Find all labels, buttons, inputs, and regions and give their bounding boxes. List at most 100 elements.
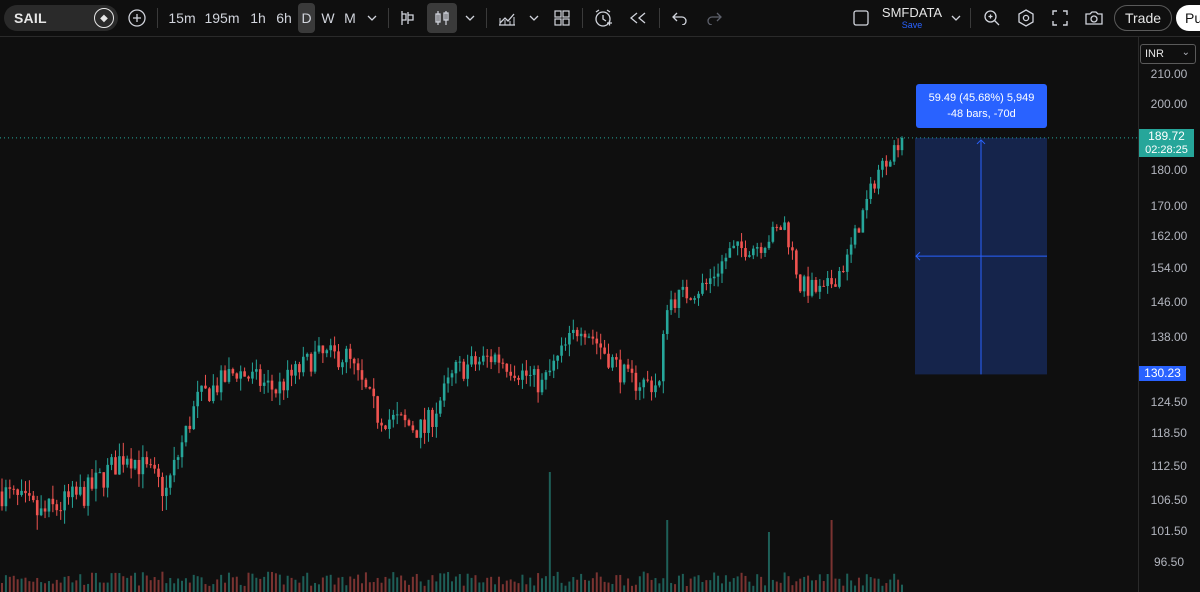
- symbol-search-button[interactable]: SAIL ◆: [4, 5, 118, 31]
- volume-bar: [227, 572, 230, 592]
- candle-body: [153, 464, 156, 469]
- candle-body: [384, 425, 387, 429]
- candle-body: [501, 362, 505, 364]
- layout-chevron-down-icon[interactable]: [948, 0, 964, 36]
- fullscreen-icon[interactable]: [1048, 0, 1072, 36]
- candle-body: [454, 361, 458, 374]
- volume-bar: [341, 576, 344, 592]
- candle-body: [814, 279, 818, 292]
- candle-body: [865, 198, 869, 211]
- layout-name-button[interactable]: SMFDATA Save: [880, 6, 944, 31]
- candle-body: [752, 248, 755, 256]
- price-tick: 170.00: [1150, 199, 1188, 213]
- volume-bar: [55, 579, 58, 592]
- search-icon[interactable]: [980, 0, 1004, 36]
- volume-bar: [842, 585, 845, 592]
- volume-bar: [431, 575, 434, 592]
- replay-icon[interactable]: [625, 0, 651, 36]
- candle-body: [466, 364, 469, 379]
- volume-bar: [165, 583, 168, 592]
- candle-body: [94, 472, 98, 489]
- candle-body: [4, 487, 8, 507]
- timeframe-chevron-down-icon[interactable]: [364, 0, 380, 36]
- candles-icon[interactable]: [427, 3, 457, 33]
- volume-bar: [388, 578, 391, 592]
- volume-bar: [337, 577, 340, 592]
- layout-icon[interactable]: [850, 0, 872, 36]
- timeframe-w[interactable]: W: [318, 0, 338, 36]
- layout-grid-icon[interactable]: [550, 0, 574, 36]
- candle-body: [172, 459, 176, 476]
- candle-body: [372, 388, 376, 397]
- compare-icon[interactable]: [494, 0, 520, 36]
- timeframe-6h[interactable]: 6h: [272, 0, 296, 36]
- volume-bar: [537, 573, 540, 592]
- candle-body: [43, 508, 47, 512]
- candle-body: [251, 371, 254, 379]
- candle-body: [568, 333, 571, 345]
- candle-body: [215, 385, 219, 393]
- candle-body: [783, 222, 786, 230]
- candle-body: [360, 370, 364, 380]
- volume-bar: [134, 572, 137, 592]
- timeframe-15m[interactable]: 15m: [166, 0, 198, 36]
- candle-body: [309, 353, 313, 372]
- add-symbol-icon[interactable]: [125, 0, 149, 36]
- candle-body: [28, 493, 31, 496]
- settings-icon[interactable]: [1014, 0, 1038, 36]
- volume-bar: [478, 582, 481, 592]
- timeframe-1h[interactable]: 1h: [246, 0, 270, 36]
- timeframe-195m[interactable]: 195m: [202, 0, 242, 36]
- candle-body: [806, 276, 810, 296]
- candle-body: [513, 375, 516, 378]
- candle-body: [180, 442, 184, 458]
- candle-body: [482, 355, 485, 362]
- candle-body: [575, 329, 579, 337]
- undo-icon[interactable]: [668, 0, 692, 36]
- volume-bar: [224, 582, 227, 592]
- candle-body: [20, 490, 23, 495]
- volume-bar: [857, 577, 860, 592]
- candle-body: [857, 228, 861, 233]
- candle-body: [348, 348, 352, 359]
- candle-body: [669, 299, 673, 311]
- candle-body: [595, 338, 599, 344]
- volume-bar: [779, 582, 782, 592]
- volume-bar: [435, 581, 438, 592]
- candle-body: [532, 369, 536, 375]
- indicators-icon[interactable]: [396, 0, 420, 36]
- symbol-name: SAIL: [14, 10, 47, 26]
- price-axis[interactable]: 210.00 200.00 180.00 170.00 162.00 154.00 146.…: [1138, 37, 1200, 592]
- candle-body: [528, 374, 532, 376]
- timeframe-d[interactable]: D: [298, 3, 315, 33]
- volume-bar: [529, 577, 532, 592]
- candle-body: [888, 161, 892, 167]
- currency-selector[interactable]: INR ⌄: [1140, 44, 1196, 64]
- candle-body: [298, 364, 301, 373]
- volume-bar: [181, 580, 183, 592]
- volume-bar: [122, 576, 125, 592]
- volume-bar: [705, 580, 708, 592]
- volume-bar: [775, 581, 778, 592]
- redo-icon[interactable]: [702, 0, 726, 36]
- timeframe-m[interactable]: M: [340, 0, 360, 36]
- candle-body: [732, 245, 736, 249]
- candle-body: [673, 299, 677, 308]
- candle-body: [102, 472, 106, 488]
- candle-body: [536, 369, 540, 393]
- volume-bar: [141, 572, 144, 592]
- compare-chevron-down-icon[interactable]: [526, 0, 542, 36]
- candle-body: [196, 391, 199, 407]
- candle-body: [239, 371, 242, 379]
- publish-button[interactable]: Pu: [1176, 5, 1200, 31]
- camera-icon[interactable]: [1082, 0, 1106, 36]
- chart-type-chevron-down-icon[interactable]: [462, 0, 478, 36]
- candle-body: [78, 486, 82, 495]
- volume-bar: [439, 573, 442, 592]
- alert-icon[interactable]: [590, 0, 616, 36]
- candle-body: [407, 420, 411, 426]
- volume-bar: [247, 572, 250, 592]
- volume-bar: [419, 581, 422, 592]
- candle-body: [834, 284, 837, 287]
- trade-button[interactable]: Trade: [1114, 5, 1172, 31]
